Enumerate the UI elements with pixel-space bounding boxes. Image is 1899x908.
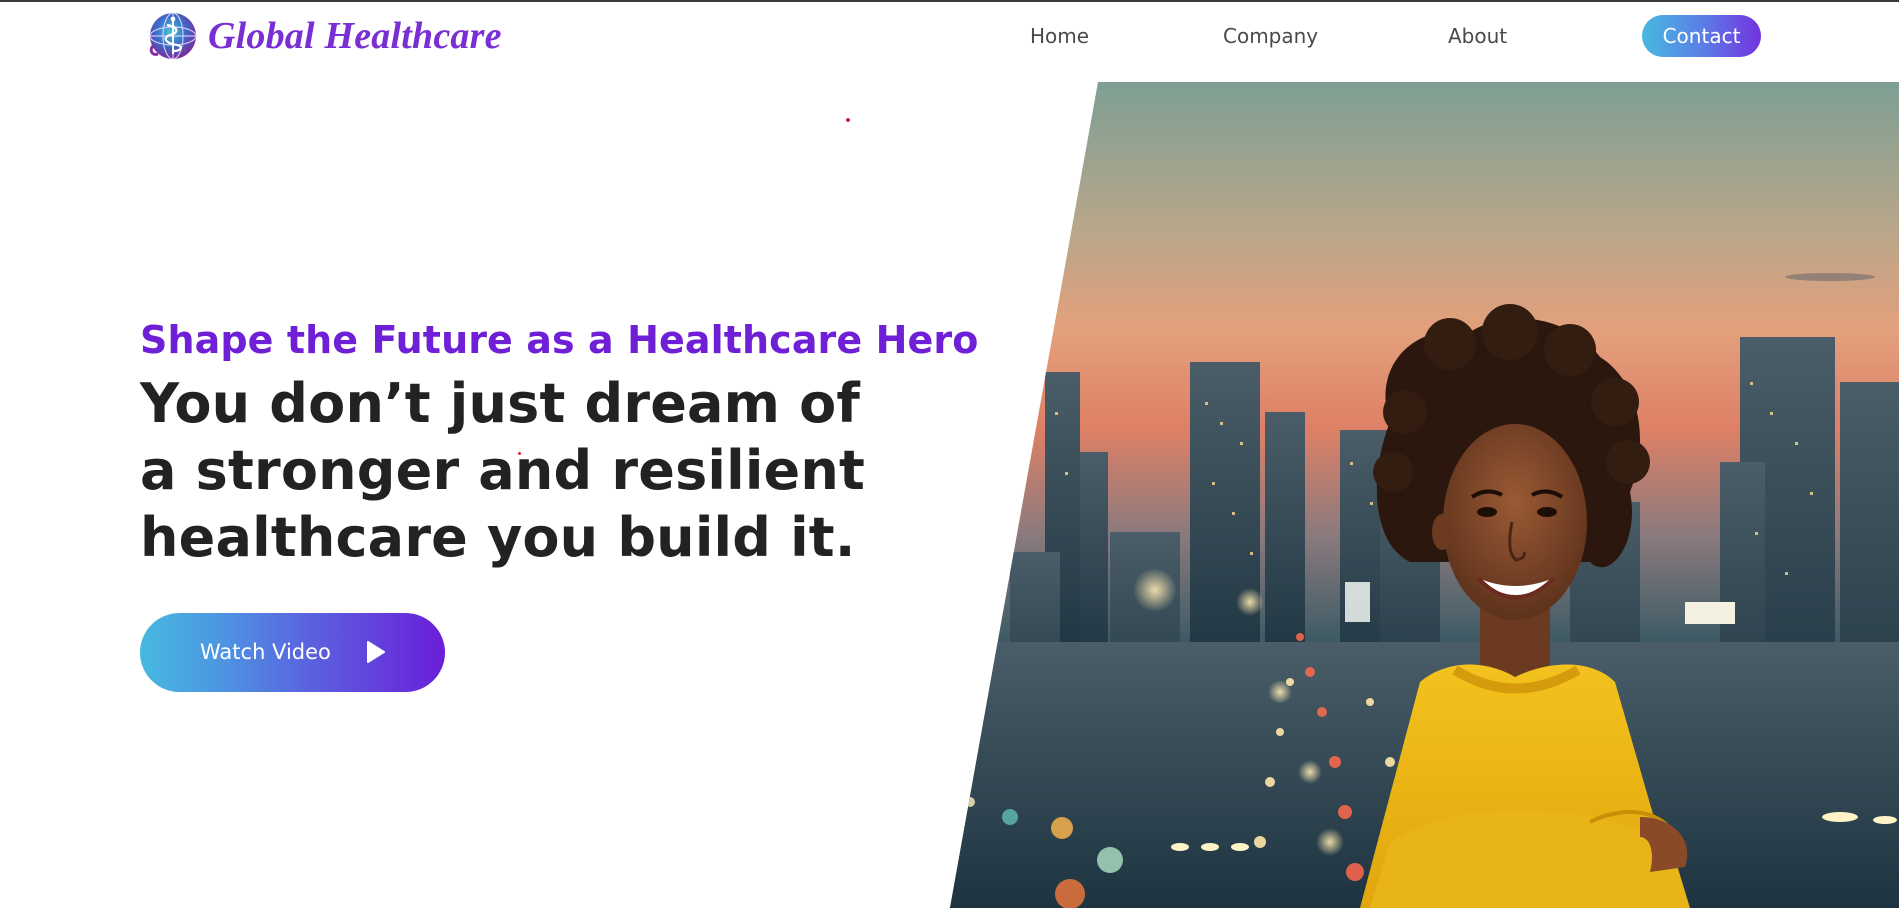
watch-video-label: Watch Video <box>200 640 331 664</box>
city-skyline-woman-illustration <box>950 82 1899 908</box>
decorative-dot <box>846 118 850 122</box>
hero-subtitle: Shape the Future as a Healthcare Hero <box>140 318 979 362</box>
top-border <box>0 0 1899 2</box>
hero-photo <box>950 82 1899 908</box>
play-icon <box>367 641 385 663</box>
nav-about-link[interactable]: About <box>1448 24 1507 48</box>
contact-button[interactable]: Contact <box>1642 15 1761 57</box>
main-nav: Home Company About Contact <box>0 15 1899 57</box>
watch-video-button[interactable]: Watch Video <box>140 613 445 692</box>
nav-company-link[interactable]: Company <box>1223 24 1318 48</box>
hero-text: Shape the Future as a Healthcare Hero Yo… <box>140 318 979 571</box>
hero-headline: You don’t just dream of a stronger and r… <box>140 371 866 569</box>
nav-home-link[interactable]: Home <box>1030 24 1089 48</box>
